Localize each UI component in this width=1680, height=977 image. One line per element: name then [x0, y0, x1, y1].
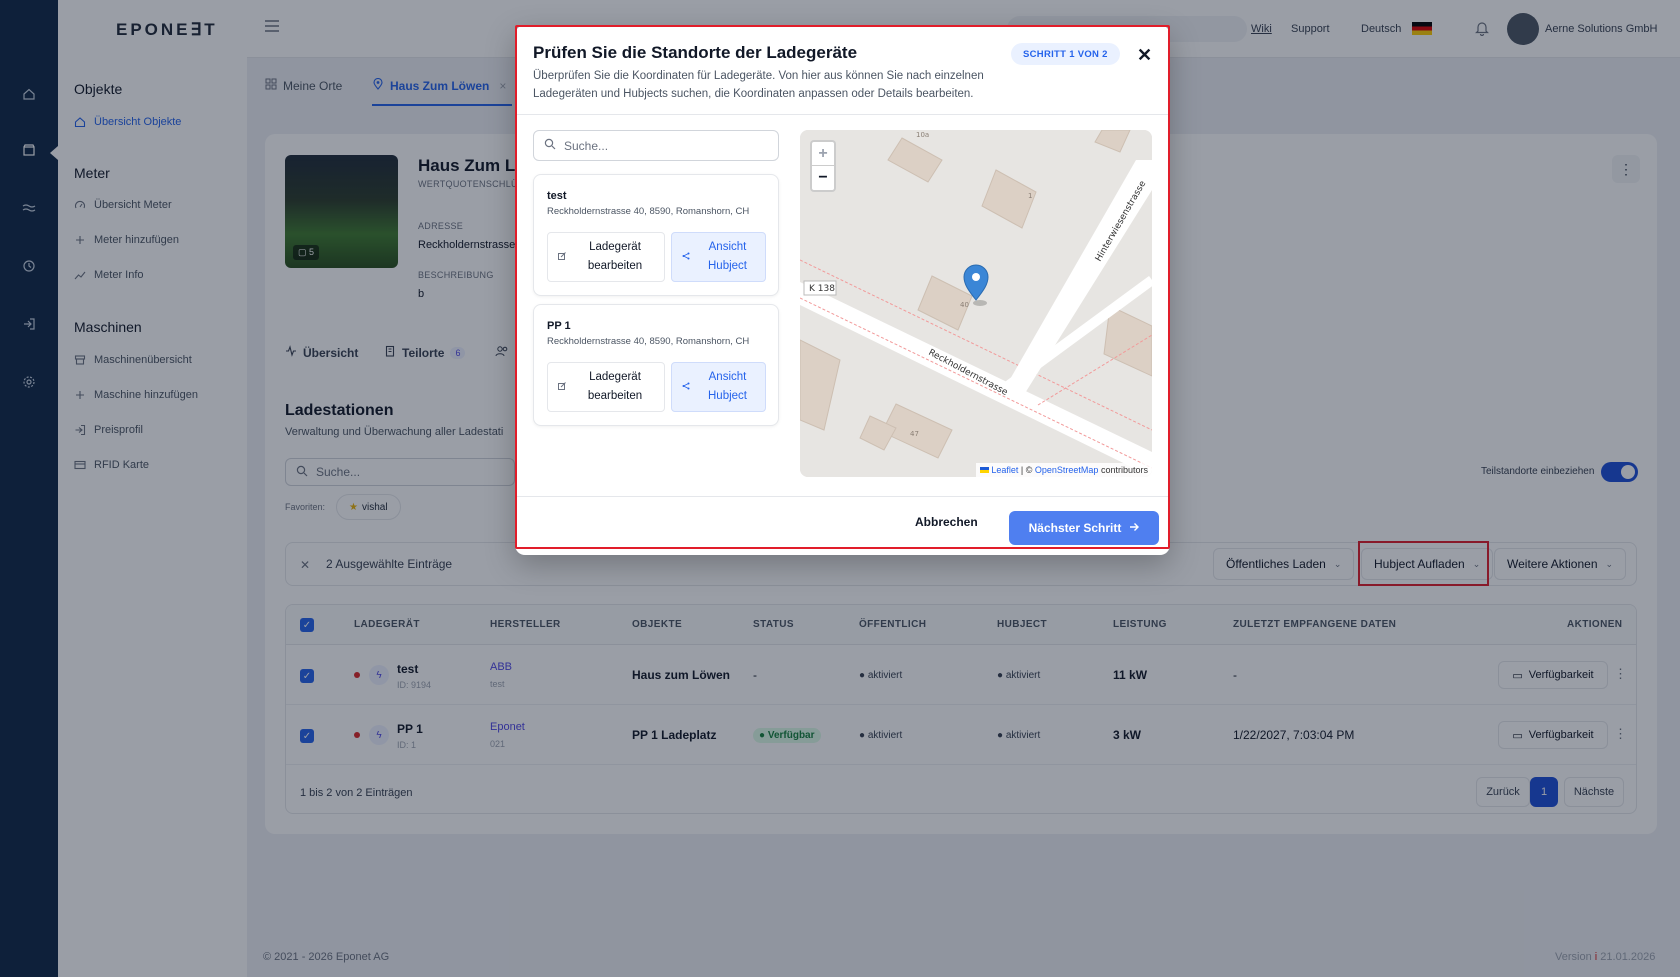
modal-highlight-box: [515, 25, 1170, 549]
